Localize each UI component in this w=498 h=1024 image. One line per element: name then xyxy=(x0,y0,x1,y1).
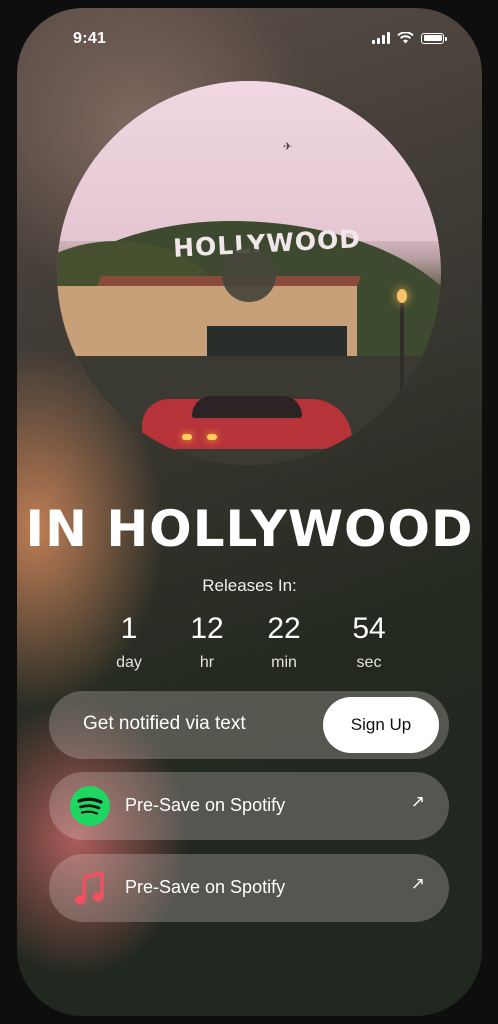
album-sky xyxy=(57,81,441,241)
cellular-signal-icon xyxy=(372,32,390,44)
external-link-arrow-icon: ↗ xyxy=(410,792,425,811)
countdown-seconds: 54 sec xyxy=(334,612,404,672)
status-icons xyxy=(372,32,447,44)
countdown-unit: hr xyxy=(199,654,215,671)
countdown-value: 12 xyxy=(190,612,224,645)
presave-label: Pre-Save on Spotify xyxy=(125,877,286,897)
countdown-label: Releases In: xyxy=(202,576,297,595)
helicopter-icon: ✈ xyxy=(283,141,293,153)
presave-label: Pre-Save on Spotify xyxy=(125,795,286,815)
notify-label: Get notified via text xyxy=(83,713,246,734)
countdown-hours: 12 hr xyxy=(172,612,242,672)
countdown-days: 1 day xyxy=(94,612,164,672)
apple-music-icon xyxy=(74,870,104,905)
countdown-value: 22 xyxy=(267,612,301,645)
countdown-unit: sec xyxy=(356,654,382,671)
wifi-icon xyxy=(397,32,414,44)
presave-spotify-button[interactable]: Pre-Save on Spotify ↗ xyxy=(49,772,449,840)
album-car-light xyxy=(182,434,192,440)
spotify-icon xyxy=(70,786,110,826)
countdown-minutes: 22 min xyxy=(249,612,319,672)
album-lamp xyxy=(397,289,407,303)
countdown-unit: min xyxy=(271,654,297,671)
presave-apple-music-button[interactable]: Pre-Save on Spotify ↗ xyxy=(49,854,449,922)
album-lamp-pole xyxy=(400,301,404,391)
disc-center-hole xyxy=(222,248,276,302)
external-link-arrow-icon: ↗ xyxy=(410,874,425,893)
status-bar: 9:41 xyxy=(17,30,482,50)
phone-screen: 9:41 ✈ HOLLYWOOD IN HOLLYWOOD Releases I… xyxy=(17,8,482,1016)
countdown-value: 1 xyxy=(120,612,138,645)
sign-up-button[interactable]: Sign Up xyxy=(323,697,439,753)
album-title: IN HOLLYWOOD xyxy=(25,500,474,558)
status-time: 9:41 xyxy=(73,30,107,47)
album-car-light xyxy=(207,434,217,440)
countdown-value: 54 xyxy=(352,612,386,645)
countdown-unit: day xyxy=(116,654,142,671)
battery-icon xyxy=(421,32,447,44)
notify-pill: Get notified via text Sign Up xyxy=(49,691,449,759)
album-car-cabin xyxy=(192,396,302,418)
album-art-disc: ✈ HOLLYWOOD xyxy=(57,81,441,465)
